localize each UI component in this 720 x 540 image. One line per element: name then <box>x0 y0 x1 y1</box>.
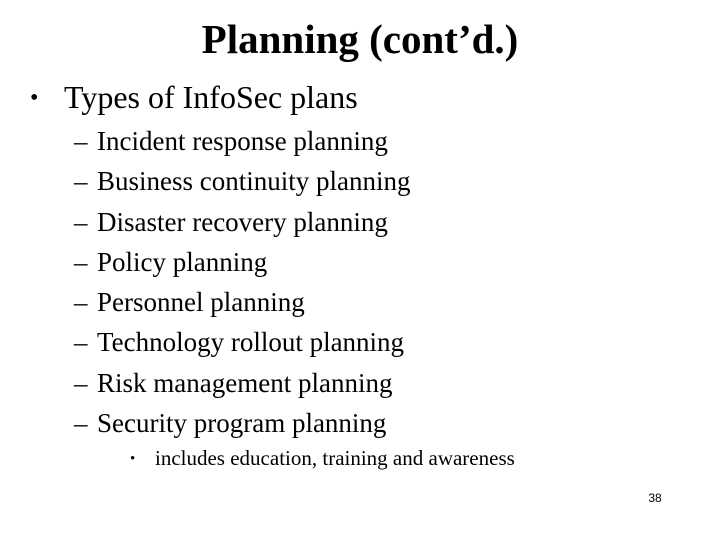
list-item: – Personnel planning <box>74 282 411 322</box>
dash-icon: – <box>74 166 88 197</box>
dash-icon: – <box>74 408 88 439</box>
dash-icon: – <box>74 327 88 358</box>
list-item: – Technology rollout planning <box>74 322 411 362</box>
bullet-icon: • <box>130 451 136 467</box>
dash-icon: – <box>74 367 88 398</box>
slide: Planning (cont’d.) • Types of InfoSec pla… <box>0 0 720 540</box>
dash-icon: – <box>74 206 88 237</box>
list-item-text: Personnel planning <box>97 287 305 318</box>
dash-icon: – <box>74 126 88 156</box>
list-item-text: Disaster recovery planning <box>97 206 388 237</box>
list-item-text: Technology rollout planning <box>97 327 405 358</box>
plan-types-list: – Incident response planning – Business co… <box>74 121 411 443</box>
list-item: – Security program planning <box>74 403 411 443</box>
list-item: – Business continuity planning <box>74 161 411 201</box>
list-item-text: Business continuity planning <box>97 166 411 197</box>
list-item-text: Risk management planning <box>97 367 393 398</box>
list-item: – Incident response planning <box>74 121 411 161</box>
list-item: – Policy planning <box>74 242 411 282</box>
main-bullet-text: Types of InfoSec plans <box>64 79 358 115</box>
sub-bullet-point: • includes education, training and awaren… <box>130 443 515 474</box>
dash-icon: – <box>74 287 88 318</box>
bullet-icon: • <box>30 85 39 111</box>
list-item: – Risk management planning <box>74 363 411 403</box>
dash-icon: – <box>74 246 88 277</box>
list-item: – Disaster recovery planning <box>74 202 411 242</box>
list-item-text: Policy planning <box>97 246 268 277</box>
list-item-text: Security program planning <box>97 408 387 439</box>
page-number: 38 <box>648 491 662 505</box>
slide-title: Planning (cont’d.) <box>201 16 519 62</box>
list-item-text: Incident response planning <box>97 126 388 156</box>
main-bullet-point: • Types of InfoSec plans <box>30 77 358 118</box>
sub-bullet-text: includes education, training and awarene… <box>155 446 515 470</box>
